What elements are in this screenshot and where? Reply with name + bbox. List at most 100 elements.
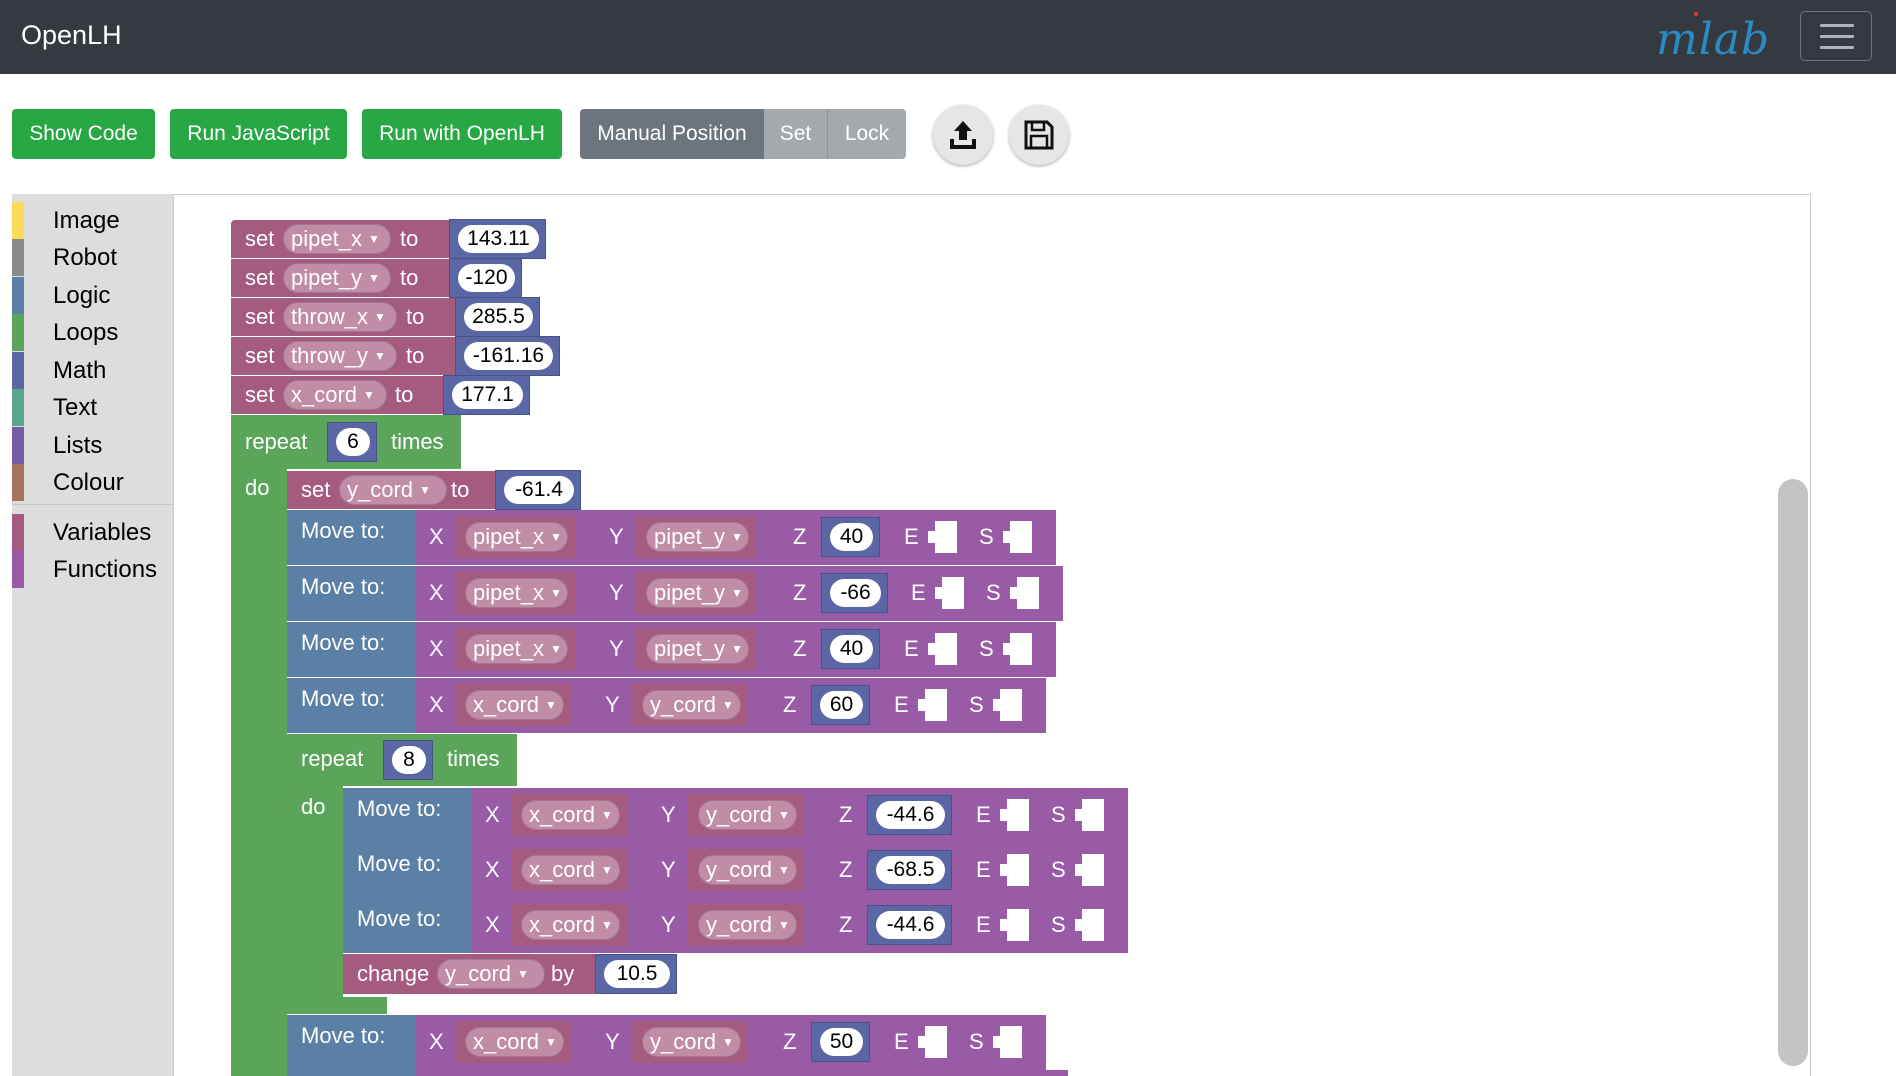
s-input-socket[interactable] <box>1075 799 1104 831</box>
set-block[interactable]: set pipet_x ▼ to 143.11 <box>231 219 546 259</box>
category-lists[interactable]: Lists <box>12 427 173 464</box>
number-block[interactable]: -61.4 <box>495 470 581 510</box>
z-number-field[interactable]: -44.6 <box>876 911 945 939</box>
next-move-to-block[interactable] <box>287 1070 1068 1076</box>
e-input-socket[interactable] <box>1000 909 1029 941</box>
save-button[interactable] <box>1009 105 1069 165</box>
hamburger-menu-icon[interactable] <box>1800 11 1872 61</box>
variable-dropdown[interactable]: pipet_x ▼ <box>283 224 391 254</box>
change-block[interactable]: change y_cord ▼ by 10.5 <box>343 954 677 994</box>
variable-dropdown[interactable]: y_cord ▼ <box>437 959 545 989</box>
s-input-socket[interactable] <box>1003 633 1032 665</box>
x-variable-dropdown[interactable]: x_cord ▼ <box>521 800 620 830</box>
repeat-block[interactable]: repeat 8 times <box>287 734 517 786</box>
x-variable-dropdown[interactable]: x_cord ▼ <box>521 855 620 885</box>
y-variable-dropdown[interactable]: y_cord ▼ <box>698 855 797 885</box>
variable-dropdown[interactable]: throw_x ▼ <box>283 302 397 332</box>
number-block[interactable]: 8 <box>383 740 433 780</box>
repeat-count-field[interactable]: 8 <box>392 746 426 774</box>
e-input-socket[interactable] <box>918 1026 947 1058</box>
e-input-socket[interactable] <box>918 689 947 721</box>
e-input-socket[interactable] <box>935 577 964 609</box>
z-number-field[interactable]: 50 <box>820 1028 863 1056</box>
x-variable-block[interactable]: pipet_x ▼ <box>455 628 575 670</box>
z-number-field[interactable]: 60 <box>820 691 863 719</box>
z-number-block[interactable]: -44.6 <box>867 795 952 835</box>
app-title[interactable]: OpenLH <box>21 20 122 51</box>
run-javascript-button[interactable]: Run JavaScript <box>170 109 347 159</box>
number-block[interactable]: 285.5 <box>455 297 540 337</box>
category-math[interactable]: Math <box>12 352 173 389</box>
variable-dropdown[interactable]: y_cord ▼ <box>339 475 447 505</box>
run-openlh-button[interactable]: Run with OpenLH <box>362 109 562 159</box>
e-input-socket[interactable] <box>1000 854 1029 886</box>
y-variable-dropdown[interactable]: y_cord ▼ <box>642 1027 741 1057</box>
lock-position-button[interactable]: Lock <box>828 109 906 159</box>
z-number-block[interactable]: 50 <box>811 1022 870 1062</box>
s-input-socket[interactable] <box>993 1026 1022 1058</box>
y-variable-block[interactable]: y_cord ▼ <box>632 1021 748 1063</box>
upload-button[interactable] <box>933 105 993 165</box>
manual-position-button[interactable]: Manual Position <box>580 109 764 159</box>
move-to-block[interactable]: Move to: X x_cord ▼ Y y_cord ▼ Z -44.6 E S <box>343 788 1128 843</box>
y-variable-dropdown[interactable]: y_cord ▼ <box>642 690 741 720</box>
y-variable-block[interactable]: y_cord ▼ <box>688 849 804 891</box>
number-field[interactable]: 285.5 <box>464 303 533 331</box>
move-to-block[interactable]: Move to: X x_cord ▼ Y y_cord ▼ Z -68.5 E S <box>343 843 1128 898</box>
y-variable-dropdown[interactable]: y_cord ▼ <box>698 800 797 830</box>
number-field[interactable]: 177.1 <box>452 381 523 409</box>
z-number-block[interactable]: 40 <box>821 517 880 557</box>
x-variable-dropdown[interactable]: pipet_x ▼ <box>465 522 568 552</box>
y-variable-dropdown[interactable]: pipet_y ▼ <box>646 634 749 664</box>
y-variable-dropdown[interactable]: y_cord ▼ <box>698 910 797 940</box>
variable-dropdown[interactable]: x_cord ▼ <box>283 380 387 410</box>
x-variable-dropdown[interactable]: x_cord ▼ <box>521 910 620 940</box>
number-field[interactable]: -120 <box>458 264 515 292</box>
e-input-socket[interactable] <box>1000 799 1029 831</box>
number-field[interactable]: 10.5 <box>604 960 670 988</box>
number-field[interactable]: -161.16 <box>464 342 553 370</box>
y-variable-dropdown[interactable]: pipet_y ▼ <box>646 578 749 608</box>
variable-dropdown[interactable]: pipet_y ▼ <box>283 263 391 293</box>
x-variable-block[interactable]: pipet_x ▼ <box>455 516 575 558</box>
set-position-button[interactable]: Set <box>764 109 828 159</box>
z-number-block[interactable]: -68.5 <box>867 850 952 890</box>
move-to-block[interactable]: Move to: X pipet_x ▼ Y pipet_y ▼ Z 40 E S <box>287 510 1056 565</box>
y-variable-block[interactable]: y_cord ▼ <box>632 684 748 726</box>
s-input-socket[interactable] <box>993 689 1022 721</box>
move-to-block[interactable]: Move to: X x_cord ▼ Y y_cord ▼ Z -44.6 E S <box>343 898 1128 953</box>
z-number-block[interactable]: -44.6 <box>867 905 952 945</box>
number-block[interactable]: -161.16 <box>455 336 560 376</box>
set-block[interactable]: set throw_x ▼ to 285.5 <box>231 297 540 337</box>
y-variable-dropdown[interactable]: pipet_y ▼ <box>646 522 749 552</box>
category-text[interactable]: Text <box>12 389 173 426</box>
z-number-field[interactable]: 40 <box>830 635 873 663</box>
variable-dropdown[interactable]: throw_y ▼ <box>283 341 397 371</box>
move-to-block[interactable]: Move to: X x_cord ▼ Y y_cord ▼ Z 60 E S <box>287 678 1046 733</box>
number-block[interactable]: 6 <box>327 422 377 462</box>
z-number-field[interactable]: 40 <box>830 523 873 551</box>
x-variable-dropdown[interactable]: x_cord ▼ <box>465 690 564 720</box>
blockly-workspace[interactable]: set pipet_x ▼ to 143.11 set pipet_y ▼ to -… <box>173 194 1811 1076</box>
set-block[interactable]: set x_cord ▼ to 177.1 <box>231 375 530 415</box>
category-functions[interactable]: Functions <box>12 551 173 588</box>
y-variable-block[interactable]: y_cord ▼ <box>688 904 804 946</box>
move-to-block[interactable]: Move to: X pipet_x ▼ Y pipet_y ▼ Z 40 E S <box>287 622 1056 677</box>
set-block[interactable]: set y_cord ▼ to -61.4 <box>287 470 581 510</box>
number-block[interactable]: 177.1 <box>443 375 530 415</box>
y-variable-block[interactable]: pipet_y ▼ <box>636 628 756 670</box>
category-logic[interactable]: Logic <box>12 277 173 314</box>
z-number-block[interactable]: 60 <box>811 685 870 725</box>
repeat-count-field[interactable]: 6 <box>336 428 370 456</box>
y-variable-block[interactable]: pipet_y ▼ <box>636 516 756 558</box>
move-to-block[interactable]: Move to: X x_cord ▼ Y y_cord ▼ Z 50 E S <box>287 1015 1046 1070</box>
category-variables[interactable]: Variables <box>12 514 173 551</box>
e-input-socket[interactable] <box>928 521 957 553</box>
set-block[interactable]: set pipet_y ▼ to -120 <box>231 258 522 298</box>
x-variable-block[interactable]: x_cord ▼ <box>455 1021 571 1063</box>
repeat-block[interactable]: repeat 6 times <box>231 415 461 469</box>
x-variable-dropdown[interactable]: x_cord ▼ <box>465 1027 564 1057</box>
workspace-vertical-scrollbar[interactable] <box>1778 479 1808 1066</box>
number-field[interactable]: -61.4 <box>504 476 574 504</box>
z-number-field[interactable]: -66 <box>830 579 881 607</box>
